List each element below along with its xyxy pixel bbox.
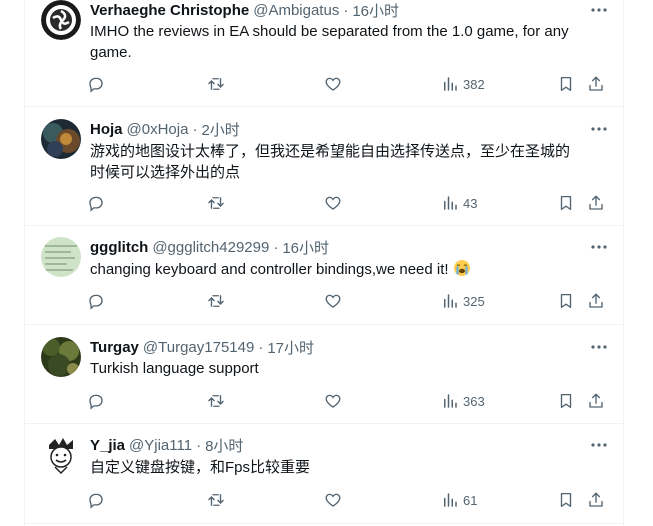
like-icon[interactable] <box>324 72 342 96</box>
display-name[interactable]: Y_jia <box>90 437 125 454</box>
views-icon <box>444 394 457 408</box>
separator-dot: · <box>258 338 264 356</box>
action-bar: 325 <box>87 289 609 313</box>
views-stat[interactable]: 363 <box>441 389 485 413</box>
bookmark-icon[interactable] <box>557 191 575 215</box>
reply-icon[interactable] <box>87 191 105 215</box>
repost-icon[interactable] <box>207 389 225 413</box>
user-handle[interactable]: @Turgay175149 <box>143 339 254 356</box>
repost-icon[interactable] <box>207 488 225 512</box>
views-icon <box>444 294 457 308</box>
avatar[interactable] <box>41 337 81 377</box>
separator-dot: · <box>196 436 202 454</box>
post-text: 自定义键盘按键，和Fps比较重要 <box>90 459 311 476</box>
more-options-icon[interactable] <box>589 119 609 139</box>
display-name[interactable]: Hoja <box>90 121 123 138</box>
reply-icon[interactable] <box>87 488 105 512</box>
views-icon <box>444 77 457 91</box>
more-options-icon[interactable] <box>589 435 609 455</box>
bookmark-icon[interactable] <box>557 289 575 313</box>
post-header: Hoja @0xHoja · 2小时 <box>90 119 611 139</box>
loudly-crying-face-icon <box>453 259 471 283</box>
post-text: changing keyboard and controller binding… <box>90 259 583 283</box>
post-text: 游戏的地图设计太棒了，但我还是希望能自由选择传送点，至少在圣城的时候可以选择外出… <box>90 143 571 181</box>
share-icon[interactable] <box>587 488 605 512</box>
share-icon[interactable] <box>587 389 605 413</box>
post-header: Verhaeghe Christophe @Ambigatus · 16小时 <box>90 0 611 20</box>
separator-dot: · <box>343 1 349 19</box>
post[interactable]: Verhaeghe Christophe @Ambigatus · 16小时 I… <box>25 0 623 107</box>
like-icon[interactable] <box>324 488 342 512</box>
user-handle[interactable]: @Yjia111 <box>129 437 192 454</box>
post-time[interactable]: 16小时 <box>352 0 399 21</box>
post[interactable]: Turgay @Turgay175149 · 17小时 Turkish lang… <box>25 325 623 424</box>
views-count: 325 <box>463 293 485 309</box>
bookmark-icon[interactable] <box>557 488 575 512</box>
bookmark-icon[interactable] <box>557 389 575 413</box>
post[interactable]: Hoja @0xHoja · 2小时 游戏的地图设计太棒了，但我还是希望能自由选… <box>25 107 623 226</box>
repost-icon[interactable] <box>207 72 225 96</box>
post-text: Turkish language support <box>90 360 259 377</box>
more-options-icon[interactable] <box>589 0 609 20</box>
post-header: ggglitch @ggglitch429299 · 16小时 <box>90 237 611 257</box>
post-header: Y_jia @Yjia111 · 8小时 <box>90 435 611 455</box>
views-stat[interactable]: 43 <box>441 191 477 215</box>
user-handle[interactable]: @Ambigatus <box>253 2 339 19</box>
post-header: Turgay @Turgay175149 · 17小时 <box>90 337 611 357</box>
like-icon[interactable] <box>324 389 342 413</box>
post-time[interactable]: 17小时 <box>267 337 314 358</box>
post-time[interactable]: 16小时 <box>282 237 329 258</box>
reply-feed: Verhaeghe Christophe @Ambigatus · 16小时 I… <box>24 0 624 526</box>
bookmark-icon[interactable] <box>557 72 575 96</box>
share-icon[interactable] <box>587 289 605 313</box>
views-count: 43 <box>463 195 478 211</box>
action-bar: 61 <box>87 488 609 512</box>
separator-dot: · <box>192 120 198 138</box>
post[interactable]: Y_jia @Yjia111 · 8小时 自定义键盘按键，和Fps比较重要 61 <box>25 424 623 524</box>
post-text: IMHO the reviews in EA should be separat… <box>90 23 569 61</box>
action-bar: 43 <box>87 191 609 215</box>
views-stat[interactable]: 325 <box>441 289 485 313</box>
share-icon[interactable] <box>587 72 605 96</box>
post-time[interactable]: 2小时 <box>201 119 239 140</box>
views-stat[interactable]: 382 <box>441 72 485 96</box>
like-icon[interactable] <box>324 191 342 215</box>
avatar[interactable] <box>41 119 81 159</box>
post-text-body: changing keyboard and controller binding… <box>90 261 449 278</box>
display-name[interactable]: Verhaeghe Christophe <box>90 2 249 19</box>
avatar[interactable] <box>41 0 81 40</box>
repost-icon[interactable] <box>207 191 225 215</box>
post-time[interactable]: 8小时 <box>205 435 243 456</box>
action-bar: 382 <box>87 72 609 96</box>
reply-icon[interactable] <box>87 289 105 313</box>
views-icon <box>444 493 457 507</box>
display-name[interactable]: Turgay <box>90 339 139 356</box>
more-options-icon[interactable] <box>589 237 609 257</box>
views-icon <box>444 196 457 210</box>
reply-icon[interactable] <box>87 72 105 96</box>
action-bar: 363 <box>87 389 609 413</box>
like-icon[interactable] <box>324 289 342 313</box>
reply-icon[interactable] <box>87 389 105 413</box>
more-options-icon[interactable] <box>589 337 609 357</box>
views-stat[interactable]: 61 <box>441 488 477 512</box>
repost-icon[interactable] <box>207 289 225 313</box>
user-handle[interactable]: @0xHoja <box>127 121 189 138</box>
display-name[interactable]: ggglitch <box>90 239 148 256</box>
views-count: 363 <box>463 393 485 409</box>
share-icon[interactable] <box>587 191 605 215</box>
avatar[interactable] <box>41 237 81 277</box>
post[interactable]: ggglitch @ggglitch429299 · 16小时 changing… <box>25 226 623 325</box>
separator-dot: · <box>273 238 279 256</box>
avatar[interactable] <box>41 435 81 475</box>
views-count: 382 <box>463 76 485 92</box>
views-count: 61 <box>463 492 478 508</box>
user-handle[interactable]: @ggglitch429299 <box>152 239 269 256</box>
